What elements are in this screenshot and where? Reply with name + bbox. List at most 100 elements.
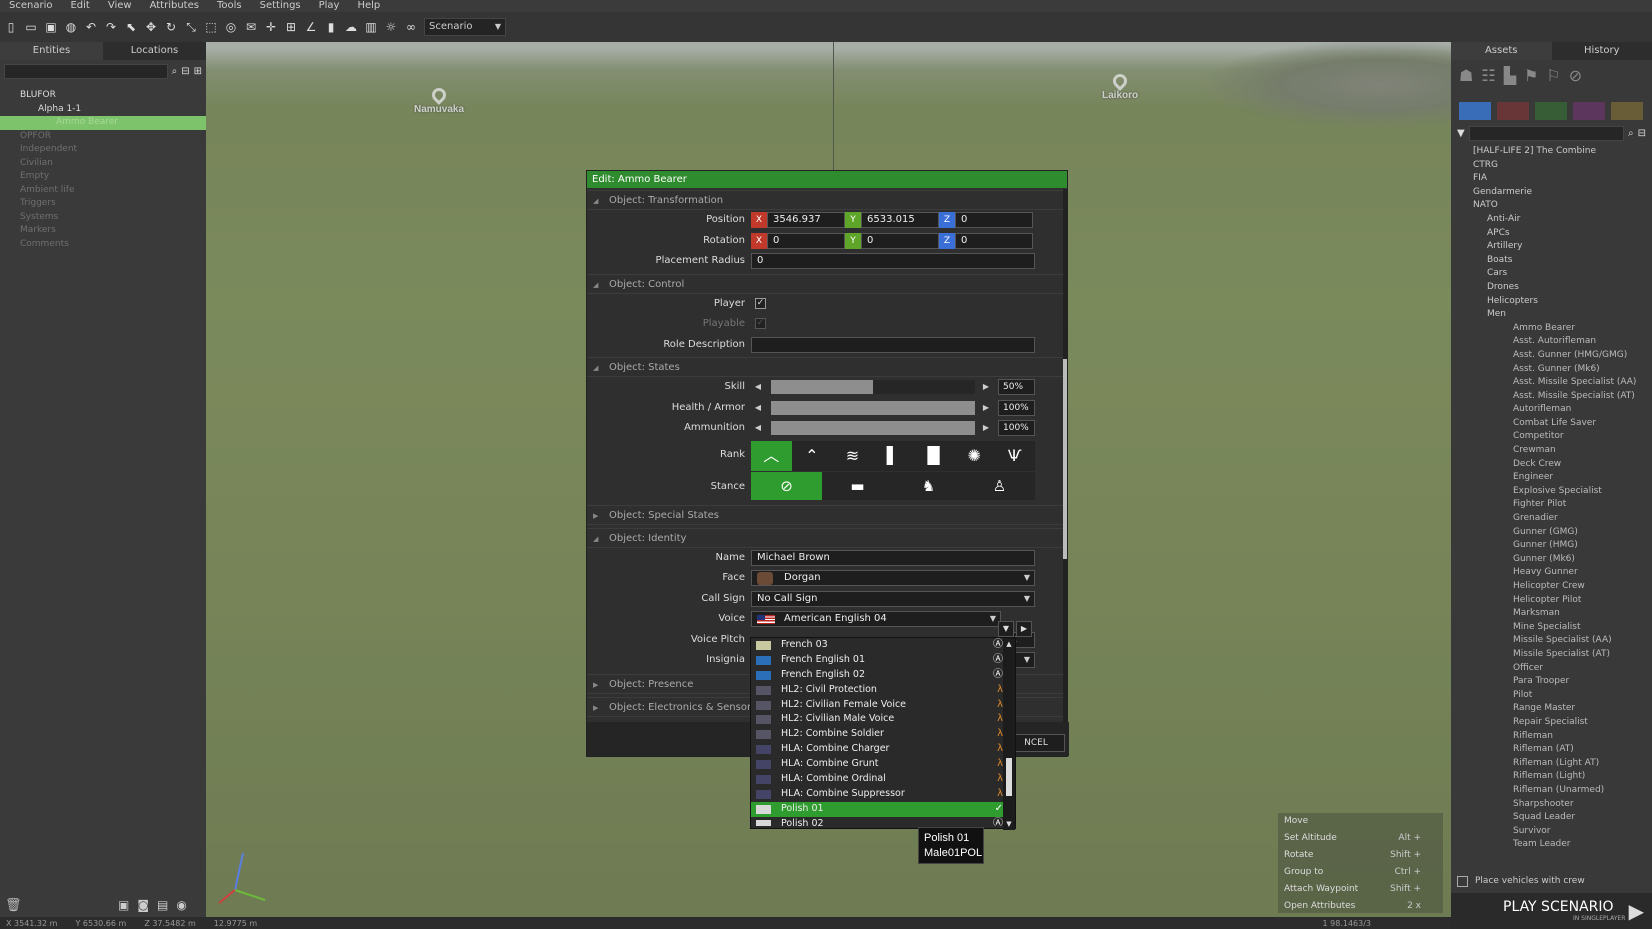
voice-option[interactable]: Polish 01 ✓ [751,801,1015,817]
open-folder-icon[interactable]: ▭ [24,20,38,34]
asset-tree-item[interactable]: APCs [1451,227,1652,241]
civilian-side-icon[interactable] [1573,102,1605,120]
asset-tree-item[interactable]: Gunner (GMG) [1451,526,1652,540]
menu-attributes[interactable]: Attributes [141,0,208,12]
new-file-icon[interactable]: ▯ [4,20,18,34]
asset-tree-item[interactable]: CTRG [1451,159,1652,173]
tab-assets[interactable]: Assets [1451,42,1552,60]
scroll-up-icon[interactable]: ▲ [1003,640,1015,648]
blufor-side-icon[interactable] [1459,102,1491,120]
entity-tree-item[interactable]: Civilian [0,157,206,171]
voice-option[interactable]: French 03 Ⓐ [751,638,1015,653]
asset-tree-item[interactable]: [HALF-LIFE 2] The Combine [1451,145,1652,159]
camera-icon[interactable]: ◙ [137,898,149,912]
face-select[interactable]: Dorgan [751,570,1035,586]
asset-tree-item[interactable]: Grenadier [1451,512,1652,526]
menu-tools[interactable]: Tools [208,0,251,12]
tab-history[interactable]: History [1552,42,1652,60]
asset-tree-item[interactable]: Gunner (Mk6) [1451,553,1652,567]
player-checkbox[interactable]: ✓ [755,297,766,309]
entity-tree-item[interactable]: Alpha 1-1 [0,103,206,117]
asset-tree-item[interactable]: Explosive Specialist [1451,485,1652,499]
angle-icon[interactable]: ∠ [304,20,318,34]
prone-icon[interactable]: ▬ [822,472,893,500]
play-scenario-button[interactable]: PLAY SCENARIO IN SINGLEPLAYER [1451,893,1652,929]
voice-dropdown-icon[interactable]: ▼ [998,621,1014,637]
publish-icon[interactable]: ◍ [64,20,78,34]
area-icon[interactable]: ⬚ [204,20,218,34]
snap-icon[interactable]: ▮ [324,20,338,34]
voice-option[interactable]: HL2: Civil Protection λ [751,683,1015,698]
colonel-icon[interactable]: Ѱ [994,441,1035,471]
asset-tree-item[interactable]: Artillery [1451,240,1652,254]
empty-side-icon[interactable] [1611,102,1643,120]
asset-tree-item[interactable]: NATO [1451,199,1652,213]
voice-option[interactable]: HLA: Combine Charger λ [751,742,1015,757]
asset-tree-item[interactable]: Squad Leader [1451,811,1652,825]
asset-tree-item[interactable]: Cars [1451,267,1652,281]
eye-icon[interactable]: ◉ [176,898,186,912]
asset-tree-item[interactable]: Team Leader [1451,838,1652,852]
menu-scenario[interactable]: Scenario [0,0,61,12]
opfor-side-icon[interactable] [1497,102,1529,120]
dialog-scrollbar[interactable] [1063,189,1067,730]
asset-tree-item[interactable]: Survivor [1451,825,1652,839]
scale-icon[interactable]: ⤡ [184,20,198,34]
rotation-y-input[interactable]: 0 [861,232,939,249]
grid-icon[interactable]: ⊞ [284,20,298,34]
asset-tree-item[interactable]: Sharpshooter [1451,798,1652,812]
section-control[interactable]: Object: Control [587,273,1067,295]
asset-tree-item[interactable]: Gendarmerie [1451,186,1652,200]
section-states[interactable]: Object: States [587,357,1067,378]
voice-option[interactable]: HLA: Combine Suppressor λ [751,787,1015,802]
asset-tree-item[interactable]: Officer [1451,662,1652,676]
position-z-input[interactable]: 0 [955,212,1033,228]
position-x-input[interactable]: 3546.937 [767,212,845,228]
redo-icon[interactable]: ↷ [104,20,118,34]
entity-tree-item[interactable]: Systems [0,211,206,225]
scroll-thumb[interactable] [1063,359,1067,559]
role-description-input[interactable] [751,336,1035,353]
asset-tree-item[interactable]: Rifleman (Light) [1451,770,1652,784]
binoculars-icon[interactable]: ∞ [404,20,418,34]
globe-icon[interactable]: ◎ [224,20,238,34]
entity-tree-item[interactable]: Comments [0,238,206,252]
ammunition-slider[interactable]: ◀ ▶ 100% [751,420,1035,436]
asset-tree-item[interactable]: Missile Specialist (AT) [1451,648,1652,662]
group-mode-icon[interactable]: ☷ [1481,66,1495,92]
marker-mode-icon[interactable]: ⚐ [1546,66,1560,92]
asset-tree-item[interactable]: Deck Crew [1451,458,1652,472]
undo-icon[interactable]: ↶ [84,20,98,34]
voice-play-icon[interactable]: ▶ [1016,621,1032,637]
decrease-arrow-icon[interactable]: ◀ [751,379,765,395]
mail-icon[interactable]: ✉ [244,20,258,34]
tab-locations[interactable]: Locations [103,42,206,60]
asset-tree-item[interactable]: Asst. Gunner (HMG/GMG) [1451,349,1652,363]
section-transformation[interactable]: Object: Transformation [587,190,1067,211]
position-y-input[interactable]: 6533.015 [861,212,939,228]
stats-icon[interactable]: ▥ [364,20,378,34]
asset-tree-item[interactable]: Crewman [1451,444,1652,458]
menu-settings[interactable]: Settings [251,0,310,12]
mode-select[interactable]: Scenario [424,18,506,36]
module-mode-icon[interactable]: ▙ [1504,66,1516,92]
stand-icon[interactable]: ♙ [964,472,1035,500]
unit-mode-icon[interactable]: ☗ [1459,66,1473,92]
tab-entities[interactable]: Entities [0,42,103,60]
captain-icon[interactable]: ▐▌ [913,441,954,471]
crouch-icon[interactable]: ♞ [893,472,964,500]
decrease-arrow-icon[interactable]: ◀ [751,420,765,436]
independent-side-icon[interactable] [1535,102,1567,120]
menu-play[interactable]: Play [310,0,349,12]
entity-tree-item[interactable]: Independent [0,143,206,157]
empty-mode-icon[interactable]: ⊘ [1569,66,1582,92]
voice-option[interactable]: HLA: Combine Grunt λ [751,757,1015,772]
search-icon[interactable]: ⌕ [1628,128,1634,139]
scroll-thumb[interactable] [1006,758,1012,796]
asset-tree-item[interactable]: Rifleman (Light AT) [1451,757,1652,771]
asset-tree-item[interactable]: FIA [1451,172,1652,186]
asset-tree-item[interactable]: Pilot [1451,689,1652,703]
entity-tree-item[interactable]: Markers [0,224,206,238]
trash-icon[interactable]: 🗑 [5,898,22,913]
menu-view[interactable]: View [99,0,141,12]
